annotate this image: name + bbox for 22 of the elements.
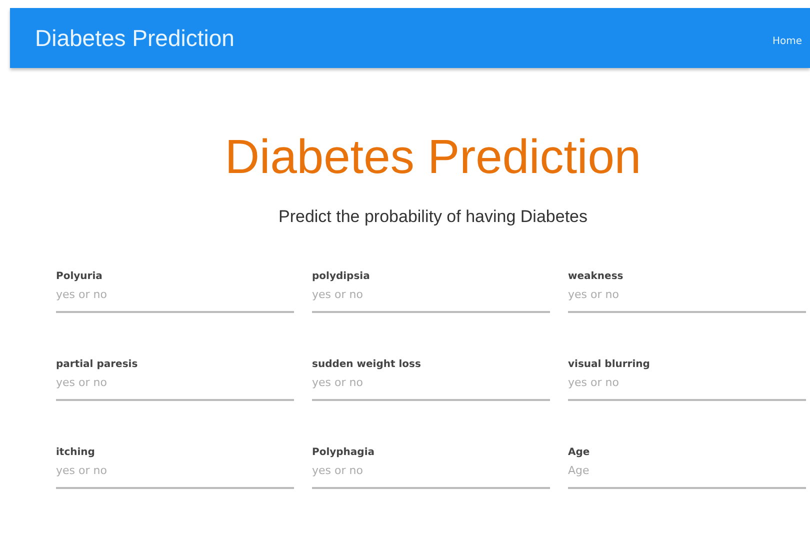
page-heading: Diabetes Prediction (224, 130, 642, 185)
input-field[interactable]: yes or no (56, 458, 294, 489)
field-label: Age (568, 447, 591, 458)
field-label: Polyuria (56, 271, 104, 282)
field-label: weakness (568, 271, 624, 282)
brand-title[interactable]: Diabetes Prediction (35, 24, 234, 52)
input-field[interactable]: yes or no (312, 282, 550, 313)
input-field[interactable]: yes or no (312, 458, 550, 489)
input-field[interactable]: yes or no (568, 370, 806, 401)
subtitle: Predict the probability of having Diabetes (277, 207, 588, 227)
field-label: sudden weight loss (312, 359, 422, 370)
input-field[interactable]: yes or no (56, 370, 294, 401)
input-field[interactable]: Age (568, 458, 806, 489)
input-field[interactable]: yes or no (568, 282, 806, 313)
field-label: partial paresis (56, 359, 139, 370)
field-label: polydipsia (312, 271, 371, 282)
nav-link[interactable]: Home (772, 36, 802, 46)
field-label: Polyphagia (312, 447, 376, 458)
input-field[interactable]: yes or no (312, 370, 550, 401)
field-label: visual blurring (568, 359, 651, 370)
input-field[interactable]: yes or no (56, 282, 294, 313)
field-label: itching (56, 447, 96, 458)
